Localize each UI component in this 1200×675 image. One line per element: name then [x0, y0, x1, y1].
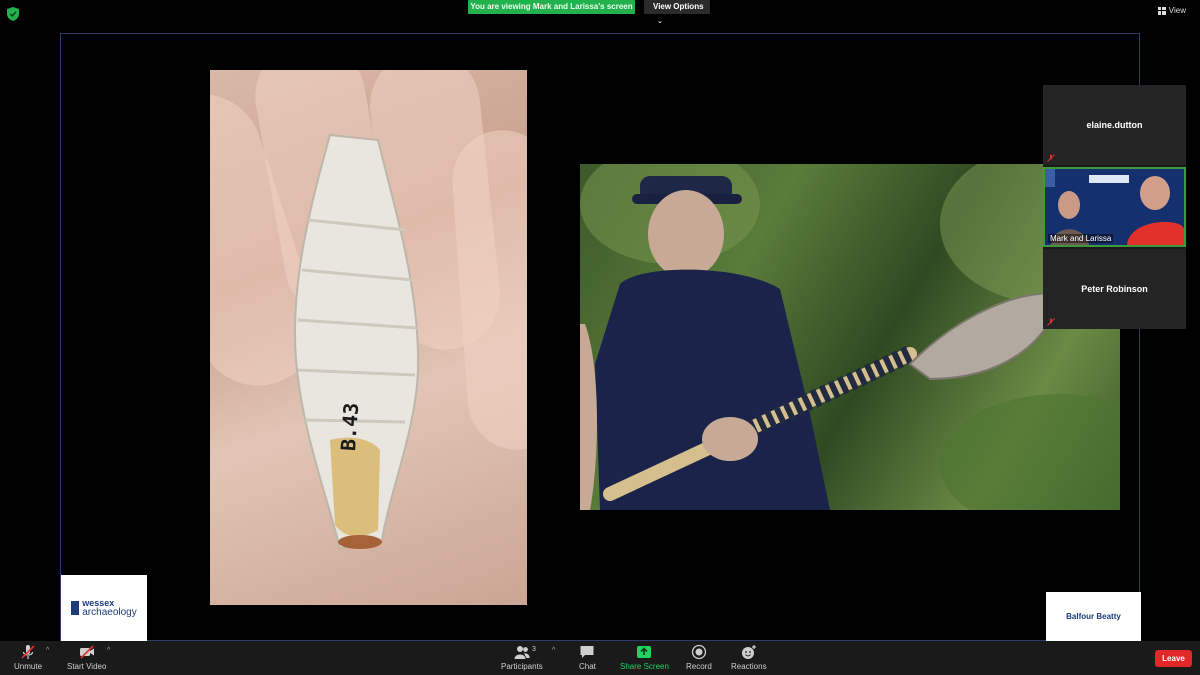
balfour-beatty-logo: Balfour Beatty [1046, 592, 1141, 641]
wessex-archaeology-logo: wessex archaeology [61, 575, 147, 641]
video-options-caret-icon[interactable]: ^ [107, 647, 110, 654]
reactions-label: Reactions [731, 662, 767, 671]
view-options-button[interactable]: View Options ⌄ [644, 0, 710, 25]
view-label: View [1168, 6, 1186, 15]
balfour-logo-text: Balfour Beatty [1066, 612, 1121, 621]
participant-name: elaine.dutton [1086, 120, 1143, 130]
spear-demonstration-photo [580, 164, 1120, 510]
top-bar: You are viewing Mark and Larissa's scree… [0, 0, 1200, 30]
participant-name: Mark and Larissa [1048, 234, 1114, 243]
participants-icon [514, 646, 530, 659]
leave-label: Leave [1162, 654, 1185, 663]
record-button[interactable]: Record [686, 644, 712, 671]
grid-view-icon [1157, 6, 1166, 15]
participants-options-caret-icon[interactable]: ^ [552, 647, 555, 654]
participant-count: 3 [532, 646, 536, 653]
wessex-logo-line2: archaeology [82, 607, 137, 618]
participants-button[interactable]: Participants [501, 644, 543, 671]
leave-meeting-button[interactable]: Leave [1155, 650, 1192, 667]
start-video-button[interactable]: Start Video [67, 644, 106, 671]
share-screen-label: Share Screen [620, 662, 669, 671]
reactions-button[interactable]: Reactions [731, 644, 767, 671]
audio-options-caret-icon[interactable]: ^ [46, 647, 49, 654]
muted-mic-icon [1047, 154, 1055, 162]
view-layout-button[interactable]: View [1157, 6, 1186, 15]
participant-tile[interactable]: elaine.dutton [1043, 85, 1186, 165]
participant-video-strip: elaine.dutton Mark and Larissa Peter Rob… [1043, 85, 1186, 329]
muted-mic-icon [21, 645, 35, 659]
record-label: Record [686, 662, 712, 671]
wessex-logo-mark-icon [71, 601, 80, 615]
record-icon [691, 644, 707, 660]
participant-name: Peter Robinson [1081, 284, 1148, 294]
meeting-toolbar: Unmute ^ Start Video ^ Participants 3 ^ … [0, 641, 1200, 675]
participant-tile-active-speaker[interactable]: Mark and Larissa [1043, 167, 1186, 247]
share-screen-button[interactable]: Share Screen [620, 644, 669, 671]
video-off-icon [79, 645, 94, 659]
participants-label: Participants [501, 662, 543, 671]
smiley-plus-icon [741, 645, 756, 659]
share-screen-icon [637, 646, 652, 658]
shared-screen: B.43 wessex archaeology Balfour Beatty [60, 33, 1141, 641]
chat-icon [580, 646, 594, 658]
chat-button[interactable]: Chat [579, 644, 596, 671]
unmute-button[interactable]: Unmute [14, 644, 42, 671]
view-options-label: View Options [653, 2, 704, 11]
chat-label: Chat [579, 662, 596, 671]
chevron-down-icon: ⌄ [657, 18, 663, 25]
artifact-label: B.43 [336, 401, 364, 452]
muted-mic-icon [1047, 318, 1055, 326]
shield-icon[interactable] [7, 7, 19, 21]
viewing-screen-banner: You are viewing Mark and Larissa's scree… [468, 0, 635, 14]
participant-tile[interactable]: Peter Robinson [1043, 249, 1186, 329]
unmute-label: Unmute [14, 662, 43, 671]
flint-arrowhead-photo: B.43 [210, 70, 527, 605]
start-video-label: Start Video [67, 662, 107, 671]
